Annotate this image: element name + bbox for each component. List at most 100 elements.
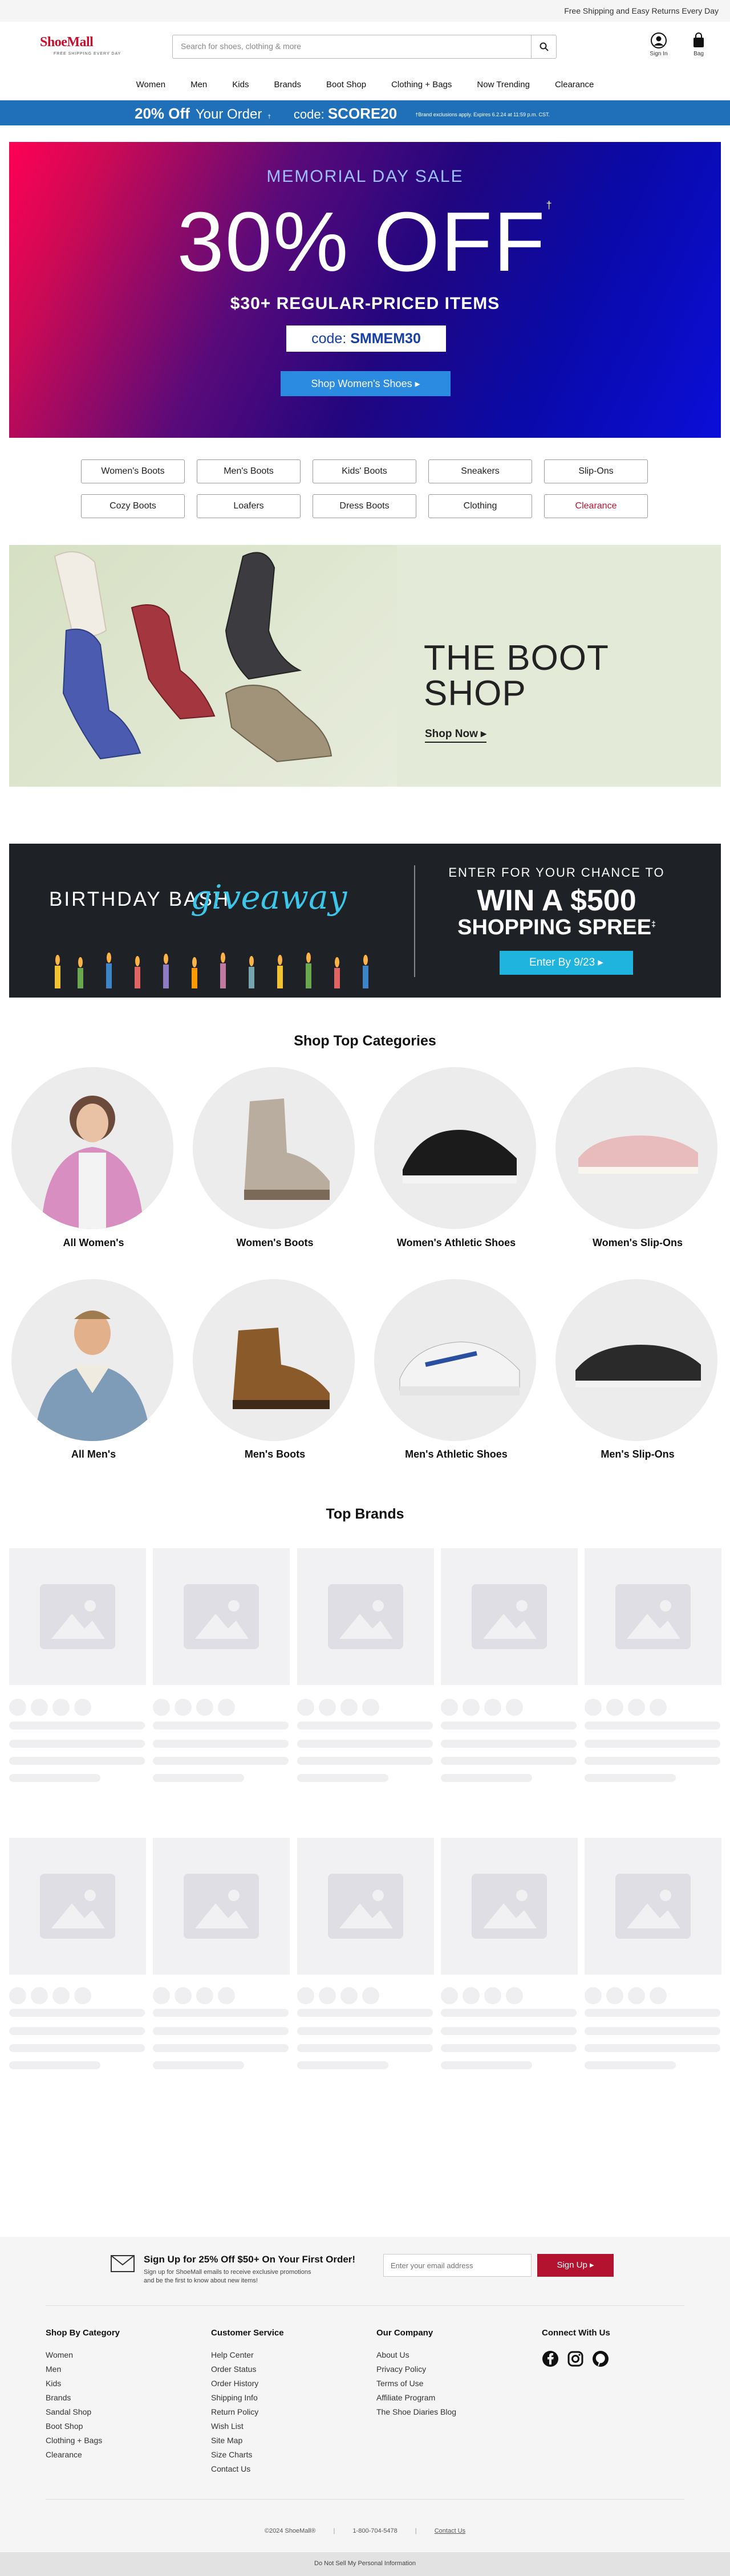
nav-item-women[interactable]: Women xyxy=(124,80,178,89)
do-not-sell-link[interactable]: Do Not Sell My Personal Information xyxy=(0,2560,730,2567)
placeholder-dot xyxy=(441,1987,458,2004)
promo-fine-print: †Brand exclusions apply. Expires 6.2.24 … xyxy=(415,112,550,117)
footer-contact-link[interactable]: Contact Us xyxy=(435,2528,465,2534)
nav-item-brands[interactable]: Brands xyxy=(261,80,314,89)
candles-image xyxy=(55,953,368,988)
category-mens-athletic-label[interactable]: Men's Athletic Shoes xyxy=(371,1448,542,1460)
sign-in-button[interactable]: Sign In xyxy=(644,32,673,57)
nav-item-kids[interactable]: Kids xyxy=(220,80,261,89)
instagram-icon[interactable] xyxy=(567,2350,584,2367)
footer-link-order-status[interactable]: Order Status xyxy=(211,2365,284,2374)
footer-link-order-history[interactable]: Order History xyxy=(211,2379,284,2388)
category-mens-boots-image[interactable] xyxy=(193,1279,355,1441)
category-mens-athletic-image[interactable] xyxy=(374,1279,536,1441)
footer-link-boot-shop[interactable]: Boot Shop xyxy=(46,2422,120,2431)
image-placeholder-icon xyxy=(40,1874,115,1939)
footer-link-men[interactable]: Men xyxy=(46,2365,120,2374)
footer-link-about-us[interactable]: About Us xyxy=(376,2350,456,2359)
category-all-mens-image[interactable] xyxy=(11,1279,173,1441)
placeholder-dot xyxy=(585,1699,602,1716)
logo[interactable]: ShoeMall FREE SHIPPING EVERY DAY xyxy=(35,35,127,60)
footer-link-size-charts[interactable]: Size Charts xyxy=(211,2450,284,2459)
category-womens-slip-ons-label[interactable]: Women's Slip-Ons xyxy=(552,1237,723,1249)
category-womens-boots-label[interactable]: Women's Boots xyxy=(189,1237,360,1249)
footer-link-brands[interactable]: Brands xyxy=(46,2393,120,2402)
placeholder-text-bar xyxy=(9,1722,145,1729)
pill-womens-boots[interactable]: Women's Boots xyxy=(81,459,185,483)
pill-clearance[interactable]: Clearance xyxy=(544,494,648,518)
sign-in-label: Sign In xyxy=(650,51,668,57)
search-button[interactable] xyxy=(531,35,556,58)
footer-link-return-policy[interactable]: Return Policy xyxy=(211,2407,284,2416)
category-mens-slip-ons-image[interactable] xyxy=(555,1279,717,1441)
image-placeholder-icon xyxy=(472,1874,547,1939)
nav-item-clearance[interactable]: Clearance xyxy=(542,80,606,89)
footer-link-terms-of-use[interactable]: Terms of Use xyxy=(376,2379,456,2388)
footer-link-contact-us[interactable]: Contact Us xyxy=(211,2464,284,2473)
placeholder-dot xyxy=(9,1699,26,1716)
placeholder-dot xyxy=(606,1987,623,2004)
pill-loafers[interactable]: Loafers xyxy=(197,494,301,518)
shop-womens-shoes-button[interactable]: Shop Women's Shoes ▸ xyxy=(281,371,451,396)
pill-mens-boots[interactable]: Men's Boots xyxy=(197,459,301,483)
category-mens-boots-label[interactable]: Men's Boots xyxy=(189,1448,360,1460)
category-all-womens-image[interactable] xyxy=(11,1067,173,1229)
email-input[interactable] xyxy=(383,2254,532,2277)
boot-shop-now-link[interactable]: Shop Now ▸ xyxy=(425,727,486,743)
footer-link-shoe-diaries-blog[interactable]: The Shoe Diaries Blog xyxy=(376,2407,456,2416)
footer-link-wish-list[interactable]: Wish List xyxy=(211,2422,284,2431)
footer-link-help-center[interactable]: Help Center xyxy=(211,2350,284,2359)
bag-button[interactable]: Bag xyxy=(684,32,713,57)
nav-item-men[interactable]: Men xyxy=(178,80,220,89)
footer-col-connect: Connect With Us xyxy=(542,2328,610,2367)
placeholder-text-bar xyxy=(153,1774,244,1782)
pill-slip-ons[interactable]: Slip-Ons xyxy=(544,459,648,483)
giveaway-banner[interactable]: BIRTHDAY BASH giveaway ENTER FOR YOUR CH… xyxy=(9,844,721,998)
placeholder-dot xyxy=(585,1987,602,2004)
footer-link-clearance[interactable]: Clearance xyxy=(46,2450,120,2459)
pill-sneakers[interactable]: Sneakers xyxy=(428,459,532,483)
nav-item-clothing-bags[interactable]: Clothing + Bags xyxy=(379,80,464,89)
category-womens-slip-ons-image[interactable] xyxy=(555,1067,717,1229)
search-input[interactable] xyxy=(173,35,515,57)
placeholder-text-bar xyxy=(297,1774,388,1782)
boot-shop-banner[interactable]: THE BOOT SHOP Shop Now ▸ xyxy=(9,545,721,787)
footer-link-shipping-info[interactable]: Shipping Info xyxy=(211,2393,284,2402)
promo-mark: † xyxy=(267,114,271,120)
pill-dress-boots[interactable]: Dress Boots xyxy=(313,494,416,518)
placeholder-dot xyxy=(52,1699,70,1716)
category-womens-boots-image[interactable] xyxy=(193,1067,355,1229)
category-womens-athletic-label[interactable]: Women's Athletic Shoes xyxy=(371,1237,542,1249)
footer-link-affiliate-program[interactable]: Affiliate Program xyxy=(376,2393,456,2402)
footer-link-kids[interactable]: Kids xyxy=(46,2379,120,2388)
pinterest-icon[interactable] xyxy=(592,2350,609,2367)
footer-link-privacy-policy[interactable]: Privacy Policy xyxy=(376,2365,456,2374)
placeholder-text-bar xyxy=(585,1757,720,1765)
placeholder-dot xyxy=(606,1699,623,1716)
placeholder-dot xyxy=(153,1987,170,2004)
nav-item-boot-shop[interactable]: Boot Shop xyxy=(314,80,379,89)
pill-cozy-boots[interactable]: Cozy Boots xyxy=(81,494,185,518)
image-placeholder-icon xyxy=(40,1584,115,1649)
category-all-womens-label[interactable]: All Women's xyxy=(8,1237,179,1249)
placeholder-text-bar xyxy=(297,1740,433,1748)
placeholder-dot xyxy=(340,1699,358,1716)
category-all-mens-label[interactable]: All Men's xyxy=(8,1448,179,1460)
footer-link-site-map[interactable]: Site Map xyxy=(211,2436,284,2445)
giveaway-enter-button[interactable]: Enter By 9/23 ▸ xyxy=(500,951,633,975)
top-banner: Free Shipping and Easy Returns Every Day xyxy=(0,0,730,22)
hero-banner[interactable]: MEMORIAL DAY SALE 30% OFF† $30+ REGULAR-… xyxy=(9,142,721,438)
category-womens-athletic-image[interactable] xyxy=(374,1067,536,1229)
signup-button[interactable]: Sign Up ▸ xyxy=(537,2254,614,2277)
pill-kids-boots[interactable]: Kids' Boots xyxy=(313,459,416,483)
footer-link-clothing-bags[interactable]: Clothing + Bags xyxy=(46,2436,120,2445)
pill-clothing[interactable]: Clothing xyxy=(428,494,532,518)
facebook-icon[interactable] xyxy=(542,2350,559,2367)
footer-link-women[interactable]: Women xyxy=(46,2350,120,2359)
footer-link-sandal-shop[interactable]: Sandal Shop xyxy=(46,2407,120,2416)
placeholder-dot xyxy=(484,1987,501,2004)
nav-item-now-trending[interactable]: Now Trending xyxy=(464,80,542,89)
category-mens-slip-ons-label[interactable]: Men's Slip-Ons xyxy=(552,1448,723,1460)
promo-strip[interactable]: 20% Off Your Order † code: SCORE20 †Bran… xyxy=(0,100,730,125)
promo-discount: 20% Off xyxy=(135,105,190,122)
